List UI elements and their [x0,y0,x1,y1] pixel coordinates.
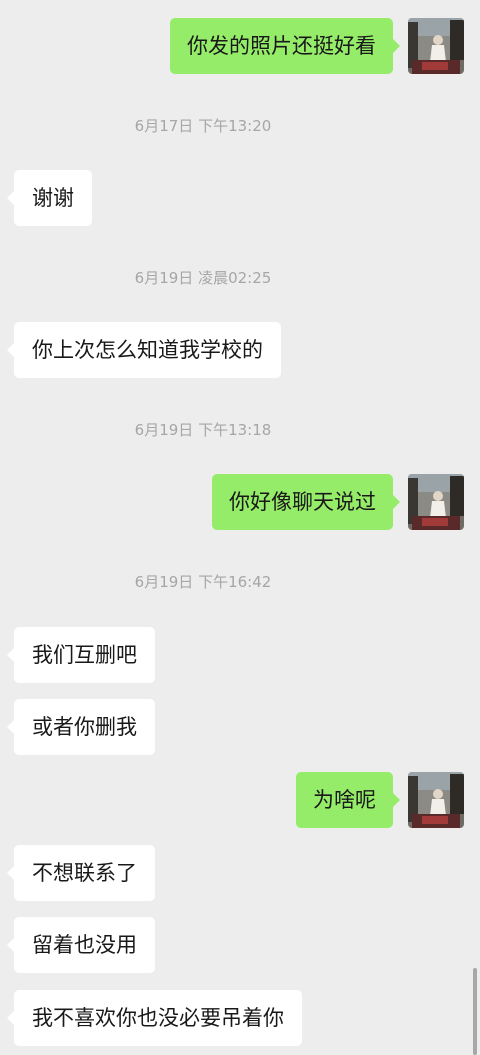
user-avatar[interactable] [408,474,464,530]
received-message-bubble[interactable]: 我们互删吧 [7,627,155,683]
received-message-bubble[interactable]: 或者你删我 [7,699,155,755]
timestamp: 6月19日 凌晨02:25 [134,269,272,287]
timestamp: 6月19日 下午13:18 [134,421,272,439]
sent-message-bubble[interactable]: 你发的照片还挺好看 [170,18,400,74]
timestamp: 6月19日 下午16:42 [134,573,272,591]
scrollbar[interactable] [473,968,477,1055]
received-message-bubble[interactable]: 你上次怎么知道我学校的 [7,322,281,378]
received-message-bubble[interactable]: 留着也没用 [7,917,155,973]
sent-message-bubble[interactable]: 你好像聊天说过 [212,474,400,530]
timestamp: 6月17日 下午13:20 [134,117,272,135]
user-avatar[interactable] [408,772,464,828]
received-message-bubble[interactable]: 不想联系了 [7,845,155,901]
sent-message-bubble[interactable]: 为啥呢 [296,772,400,828]
received-message-bubble[interactable]: 谢谢 [7,170,92,226]
user-avatar[interactable] [408,18,464,74]
received-message-bubble[interactable]: 我不喜欢你也没必要吊着你 [7,990,302,1046]
chat-area[interactable]: 你发的照片还挺好看 6月17日 下午13:20 谢谢 6月19日 凌晨02:25… [0,0,480,1055]
